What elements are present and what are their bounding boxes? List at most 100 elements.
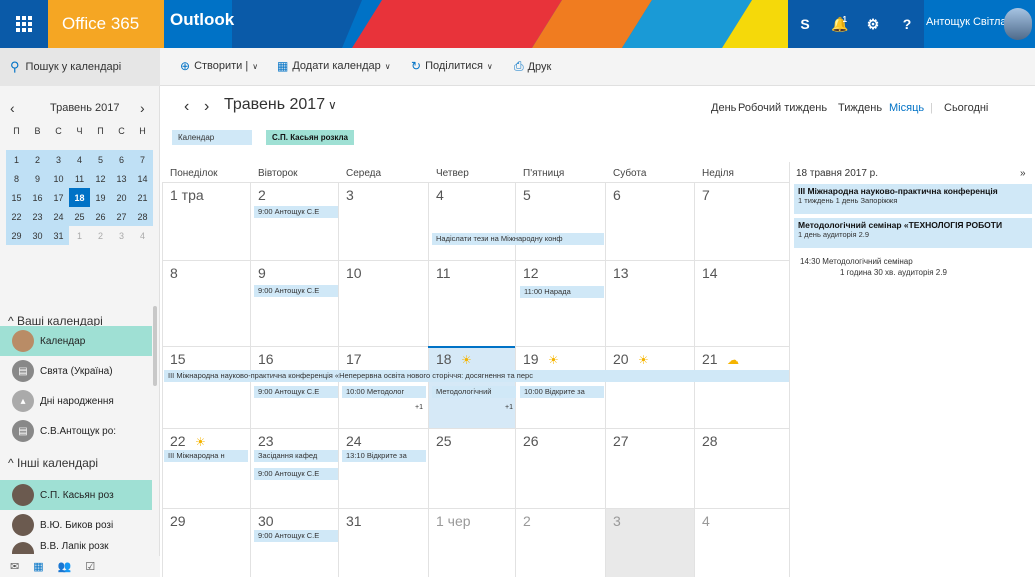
mini-day[interactable]: 28 [132, 207, 153, 226]
calendar-item-bykov[interactable]: В.Ю. Биков розі [0, 510, 152, 540]
day-cell[interactable]: 4 [694, 508, 789, 577]
calendar-event[interactable]: Методологічний [432, 386, 516, 398]
mini-day-today[interactable]: 18 [69, 188, 90, 207]
day-cell[interactable]: 5 [515, 182, 605, 260]
mini-day[interactable]: 23 [27, 207, 48, 226]
mini-day[interactable]: 16 [27, 188, 48, 207]
mini-prev-month-icon[interactable]: ‹ [10, 100, 15, 116]
share-button[interactable]: ↻ Поділитися ∨ [411, 59, 493, 73]
calendar-item-antoshchuk[interactable]: ▤ С.В.Антощук ро: [0, 416, 152, 446]
mini-day[interactable]: 1 [69, 226, 90, 245]
mini-day[interactable]: 13 [111, 169, 132, 188]
office365-brand[interactable]: Office 365 [48, 0, 164, 48]
day-cell[interactable]: 13 [605, 260, 694, 346]
calendar-event[interactable]: 10:00 Методолог [342, 386, 426, 398]
agenda-event[interactable]: Методологічний семінар «ТЕХНОЛОГІЯ РОБОТ… [794, 218, 1032, 248]
calendar-event[interactable]: 10:00 Відкрите за [520, 386, 604, 398]
day-cell[interactable]: 10 [338, 260, 428, 346]
left-pane-scrollbar[interactable] [153, 306, 157, 386]
app-launcher-icon[interactable] [0, 0, 48, 48]
skype-icon[interactable]: S [788, 0, 822, 48]
day-cell[interactable]: 29 [162, 508, 250, 577]
mini-day[interactable]: 10 [48, 169, 69, 188]
calendar-event[interactable]: Засідання кафед [254, 450, 338, 462]
calendar-event[interactable]: 9:00 Антощук С.Е [254, 530, 338, 542]
calendar-item-birthdays[interactable]: ▴ Дні народження [0, 386, 152, 416]
agenda-event[interactable]: ІІІ Міжнародна науково-практична конфере… [794, 184, 1032, 214]
day-cell[interactable]: 22 ☀ [162, 428, 250, 508]
expand-icon[interactable]: » [1020, 168, 1026, 179]
calendar-event[interactable]: 9:00 Антощук С.Е [254, 206, 338, 218]
view-month[interactable]: Місяць [889, 102, 924, 114]
mini-day[interactable]: 20 [111, 188, 132, 207]
more-events-link[interactable]: +1 [505, 404, 513, 411]
day-cell[interactable]: 12 [515, 260, 605, 346]
mini-calendar-title[interactable]: Травень 2017 [50, 102, 120, 114]
mini-day[interactable]: 3 [111, 226, 132, 245]
day-cell[interactable]: 2 [250, 182, 338, 260]
more-events-link[interactable]: +1 [415, 404, 423, 411]
mini-day[interactable]: 4 [69, 150, 90, 169]
add-calendar-button[interactable]: ▦ Додати календар ∨ [277, 59, 391, 73]
other-calendars-header[interactable]: ^ Інші календарі [8, 456, 98, 470]
create-button[interactable]: ⊕ Створити | ∨ [180, 59, 258, 73]
calendar-event[interactable]: 9:00 Антощук С.Е [254, 285, 338, 297]
mini-day[interactable]: 30 [27, 226, 48, 245]
mini-day[interactable]: 11 [69, 169, 90, 188]
day-cell[interactable]: 20 ☀ [605, 346, 694, 428]
people-icon[interactable]: 👥 [58, 560, 72, 573]
mini-next-month-icon[interactable]: › [140, 100, 145, 116]
month-title[interactable]: Травень 2017 [224, 96, 325, 114]
mini-day[interactable]: 27 [111, 207, 132, 226]
calendar-nav-icon[interactable]: ▦ [33, 560, 43, 573]
mini-day[interactable]: 24 [48, 207, 69, 226]
mini-day[interactable]: 1 [6, 150, 27, 169]
help-icon[interactable]: ? [890, 0, 924, 48]
day-cell[interactable]: 27 [605, 428, 694, 508]
day-cell[interactable]: 4 [428, 182, 515, 260]
day-cell[interactable]: 28 [694, 428, 789, 508]
day-cell[interactable]: 25 [428, 428, 515, 508]
app-name[interactable]: Outlook [170, 10, 234, 30]
mini-day[interactable]: 2 [27, 150, 48, 169]
mail-icon[interactable]: ✉ [10, 560, 19, 573]
mini-day[interactable]: 9 [27, 169, 48, 188]
day-cell[interactable]: 21 ☁ [694, 346, 789, 428]
day-cell[interactable]: 31 [338, 508, 428, 577]
calendar-event[interactable]: ІІІ Міжнародна науково-практична конфере… [164, 370, 789, 382]
day-cell[interactable]: 30 [250, 508, 338, 577]
calendar-event[interactable]: ІІІ Міжнародна н [164, 450, 248, 462]
view-day[interactable]: День [711, 102, 736, 114]
day-cell[interactable]: 1 чер [428, 508, 515, 577]
mini-day[interactable]: 14 [132, 169, 153, 188]
view-week[interactable]: Тиждень [838, 102, 882, 114]
settings-gear-icon[interactable]: ⚙ [856, 0, 890, 48]
prev-month-icon[interactable]: ‹ [184, 98, 189, 116]
calendar-chip-kasyan[interactable]: С.П. Касьян розкла [266, 130, 354, 145]
print-button[interactable]: ⎙ Друк [514, 59, 551, 74]
day-cell[interactable]: 8 [162, 260, 250, 346]
mini-day[interactable]: 15 [6, 188, 27, 207]
search-calendar-box[interactable]: ⚲ Пошук у календарі [0, 48, 160, 86]
mini-day[interactable]: 6 [111, 150, 132, 169]
calendar-item-lapik[interactable]: В.В. Лапік розк [0, 538, 152, 554]
day-cell[interactable]: 11 [428, 260, 515, 346]
mini-day[interactable]: 31 [48, 226, 69, 245]
day-cell[interactable]: 6 [605, 182, 694, 260]
day-cell[interactable]: 1 тра [162, 182, 250, 260]
today-button[interactable]: Сьогодні [944, 102, 988, 114]
user-avatar[interactable] [1004, 8, 1032, 40]
mini-day[interactable]: 2 [90, 226, 111, 245]
day-cell[interactable]: 3 [338, 182, 428, 260]
day-cell[interactable]: 24 [338, 428, 428, 508]
calendar-event[interactable]: 9:00 Антощук С.Е [254, 386, 338, 398]
calendar-chip-main[interactable]: Календар [172, 130, 252, 145]
mini-day[interactable]: 19 [90, 188, 111, 207]
calendar-event[interactable]: 13:10 Відкрите за [342, 450, 426, 462]
mini-day[interactable]: 8 [6, 169, 27, 188]
calendar-event[interactable]: 9:00 Антощук С.Е [254, 468, 338, 480]
mini-day[interactable]: 5 [90, 150, 111, 169]
mini-day[interactable]: 3 [48, 150, 69, 169]
view-workweek[interactable]: Робочий тиждень [738, 102, 827, 114]
mini-day[interactable]: 4 [132, 226, 153, 245]
